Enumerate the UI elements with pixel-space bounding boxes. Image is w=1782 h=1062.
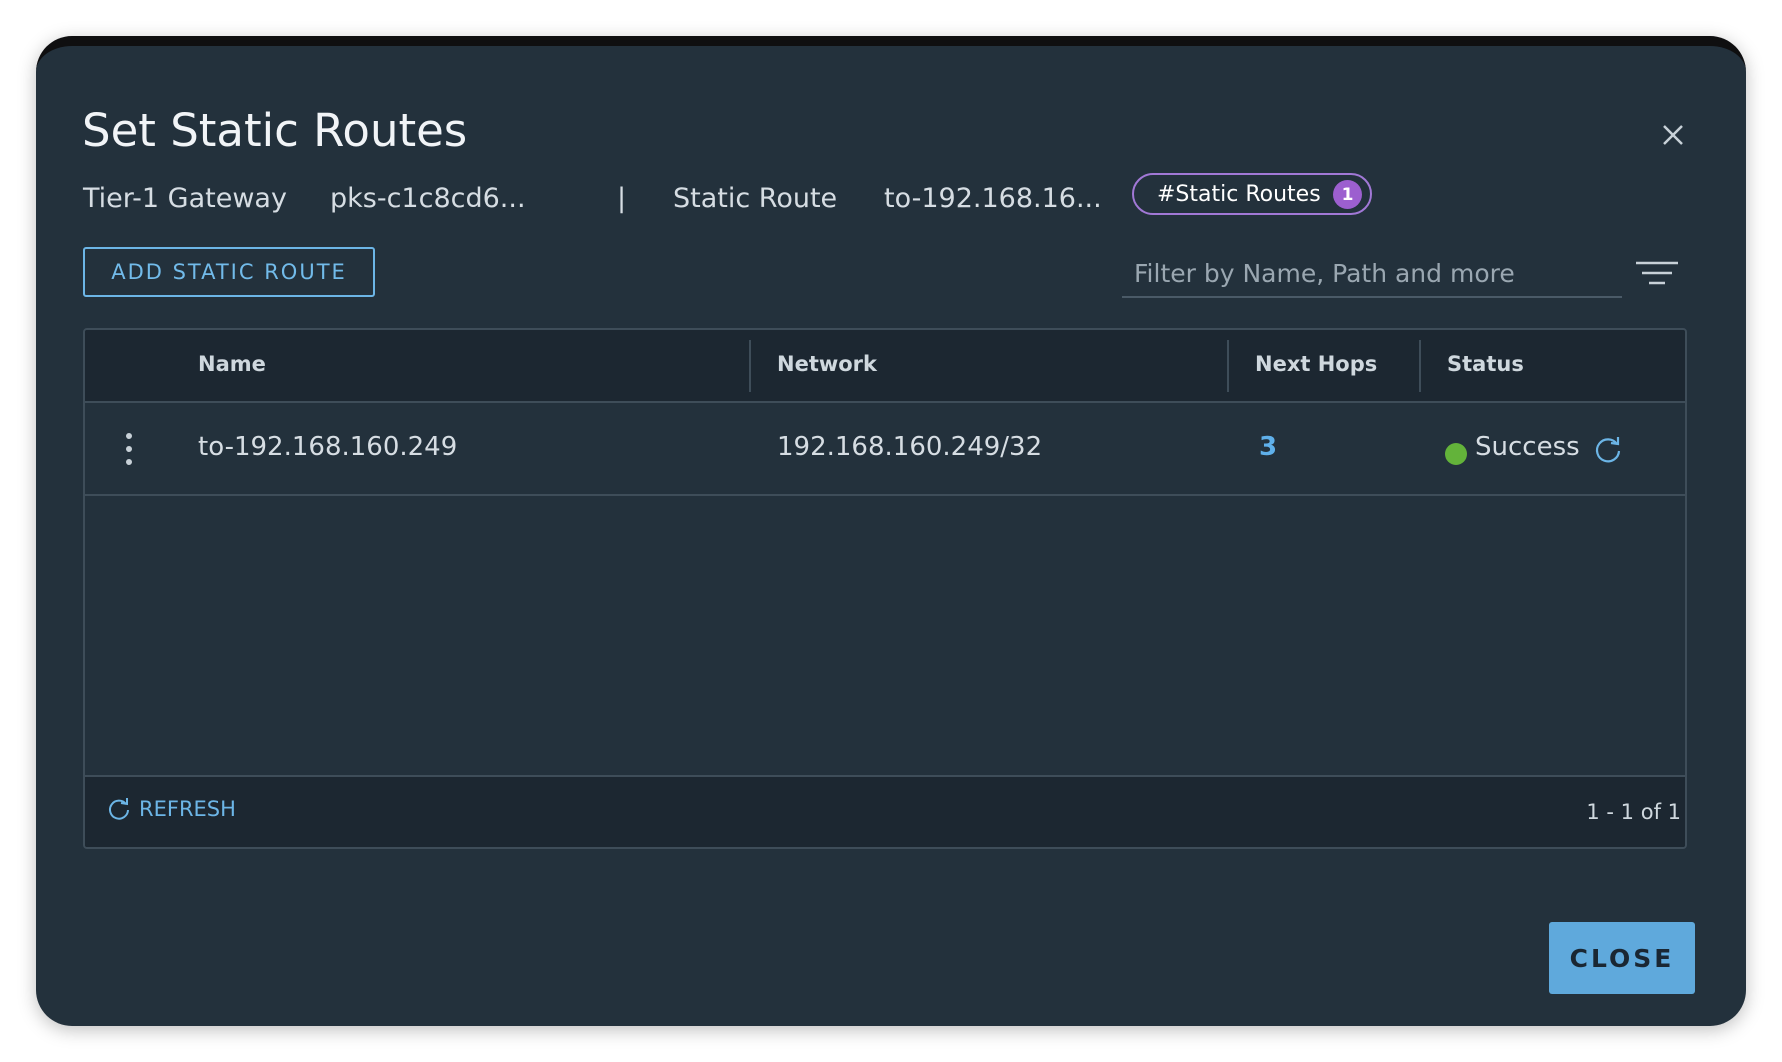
static-route-label: Static Route <box>673 183 838 214</box>
column-header-network[interactable]: Network <box>777 352 877 376</box>
column-header-status[interactable]: Status <box>1447 352 1524 376</box>
refresh-icon[interactable] <box>1593 435 1623 465</box>
table-row: to-192.168.160.249 192.168.160.249/32 3 … <box>85 403 1685 496</box>
pagination-text: 1 - 1 of 1 <box>1586 800 1681 824</box>
column-divider[interactable] <box>1227 340 1229 392</box>
route-name: to-192.168.160.249 <box>198 432 458 462</box>
refresh-label: REFRESH <box>139 797 236 821</box>
filter-input[interactable] <box>1122 250 1622 298</box>
next-hops-link[interactable]: 3 <box>1259 432 1277 462</box>
route-network: 192.168.160.249/32 <box>777 432 1043 462</box>
route-status: Success <box>1475 432 1580 462</box>
filter-icon[interactable] <box>1635 260 1679 286</box>
static-routes-count-badge: 1 <box>1333 180 1362 209</box>
static-routes-table: Name Network Next Hops Status to-192.168… <box>83 328 1687 849</box>
refresh-button[interactable]: REFRESH <box>107 797 236 821</box>
column-divider[interactable] <box>749 340 751 392</box>
add-static-route-button[interactable]: ADD STATIC ROUTE <box>83 247 375 297</box>
breadcrumb-separator: | <box>617 183 627 214</box>
column-header-next-hops[interactable]: Next Hops <box>1255 352 1377 376</box>
static-routes-tag-label: #Static Routes <box>1157 181 1321 207</box>
table-footer: REFRESH 1 - 1 of 1 <box>85 775 1685 847</box>
gateway-label: Tier-1 Gateway <box>83 183 287 214</box>
column-header-name[interactable]: Name <box>198 352 266 376</box>
table-header: Name Network Next Hops Status <box>85 330 1685 403</box>
dialog-title: Set Static Routes <box>82 104 468 157</box>
column-divider[interactable] <box>1419 340 1421 392</box>
close-button[interactable]: CLOSE <box>1549 922 1695 994</box>
status-success-icon <box>1445 443 1467 465</box>
refresh-icon <box>109 798 129 820</box>
close-icon[interactable] <box>1656 118 1690 152</box>
more-vertical-icon[interactable] <box>119 431 139 467</box>
static-route-value: to-192.168.16... <box>884 183 1102 214</box>
gateway-value: pks-c1c8cd6... <box>330 183 526 214</box>
static-routes-tag[interactable]: #Static Routes 1 <box>1132 173 1372 215</box>
set-static-routes-dialog: Set Static Routes Tier-1 Gateway pks-c1c… <box>36 36 1746 1026</box>
